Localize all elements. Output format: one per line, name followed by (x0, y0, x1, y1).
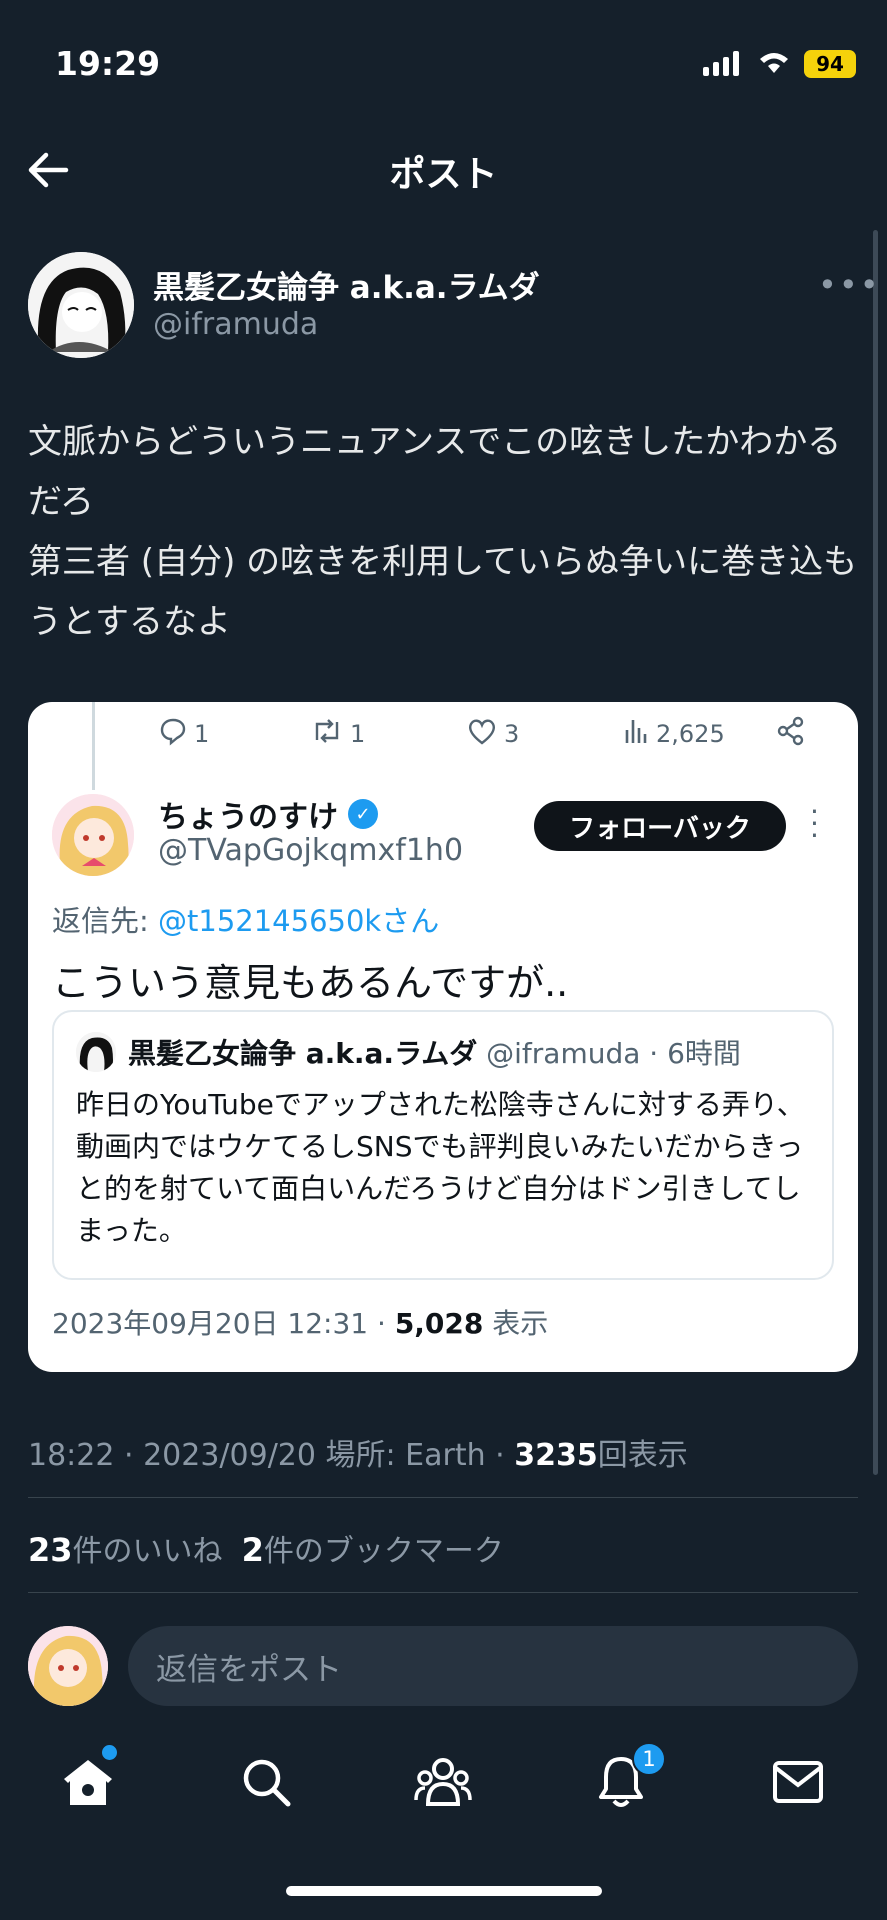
likes-count: 23 (28, 1531, 73, 1569)
battery-indicator: 94 (804, 50, 856, 78)
author-name-text: ちょうのすけ (158, 800, 338, 835)
reply-to-line: 返信先: @t152145650kさん (52, 898, 439, 940)
reply-action: 1 (158, 716, 209, 752)
repost-action: 1 (310, 716, 365, 752)
author-handle[interactable]: @iframuda (153, 307, 318, 342)
avatar (52, 794, 134, 876)
post-text: 文脈からどういうニュアンスでこの呟きしたかわかるだろ 第三者 (自分) の呟きを… (28, 422, 858, 642)
like-count: 3 (504, 720, 520, 748)
heart-icon (466, 716, 498, 752)
post-meta: 18:22 · 2023/09/20 場所: Earth · 3235回表示 (28, 1430, 688, 1474)
divider (28, 1592, 858, 1593)
author-handle: @TVapGojkqmxf1h0 (158, 833, 464, 868)
reply-to-handle: @t152145650kさん (158, 904, 440, 938)
follow-back-button: フォローバック (534, 801, 786, 851)
verified-badge-icon: ✓ (348, 799, 378, 829)
notification-badge: 1 (632, 1742, 666, 1776)
reply-to-label: 返信先: (52, 904, 158, 938)
communities-icon[interactable] (413, 1752, 473, 1812)
embedded-date: 2023年09月20日 12:31 · (52, 1307, 395, 1340)
repost-icon (310, 716, 344, 752)
author-name[interactable]: 黒髪乙女論争 a.k.a.ラムダ (153, 262, 540, 307)
home-icon[interactable] (58, 1752, 118, 1812)
reply-input[interactable]: 返信をポスト (128, 1626, 858, 1706)
new-activity-dot (102, 1745, 117, 1760)
author-name: ちょうのすけ ✓ (158, 792, 378, 836)
avatar (28, 1626, 108, 1706)
like-action: 3 (466, 716, 519, 752)
quoted-meta: @iframuda · 6時間 (477, 1037, 741, 1070)
embedded-post-text: こういう意見もあるんですが.. (52, 961, 569, 1005)
quoted-text: 昨日のYouTubeでアップされた松陰寺さんに対する弄り、動画内ではウケてるしS… (76, 1088, 805, 1247)
reply-icon (158, 716, 188, 752)
quoted-author-name: 黒髪乙女論争 a.k.a.ラムダ (128, 1037, 478, 1070)
views-action: 2,625 (622, 716, 725, 752)
embedded-views-label: 表示 (483, 1307, 549, 1340)
thread-line (92, 702, 95, 790)
share-icon (776, 716, 806, 746)
post-views-label: 回表示 (597, 1438, 688, 1473)
messages-icon[interactable] (768, 1752, 828, 1812)
bookmarks-count: 2 (241, 1531, 264, 1569)
post-timestamp: 18:22 · 2023/09/20 場所: Earth · (28, 1438, 515, 1473)
quoted-author: 黒髪乙女論争 a.k.a.ラムダ @iframuda · 6時間 (128, 1032, 741, 1072)
quoted-post: 黒髪乙女論争 a.k.a.ラムダ @iframuda · 6時間 昨日のYouT… (52, 1010, 834, 1280)
search-icon[interactable] (236, 1752, 296, 1812)
avatar[interactable] (28, 252, 134, 358)
bookmarks-label: 件のブックマーク (263, 1534, 504, 1569)
embedded-footer: 2023年09月20日 12:31 · 5,028 表示 (52, 1302, 548, 1342)
cellular-signal-icon (703, 50, 739, 76)
more-options-icon: · · · (810, 795, 819, 852)
embedded-views-count: 5,028 (394, 1307, 484, 1340)
repost-count: 1 (350, 720, 366, 748)
divider (28, 1497, 858, 1498)
likes-label: 件のいいね (72, 1534, 223, 1569)
avatar (76, 1032, 116, 1072)
wifi-icon (756, 47, 792, 79)
analytics-icon (622, 716, 650, 752)
scrollbar[interactable] (873, 230, 878, 1475)
views-count: 2,625 (656, 720, 725, 748)
more-options-icon[interactable]: ••• (818, 266, 881, 304)
home-indicator[interactable] (286, 1886, 602, 1896)
status-time: 19:29 (55, 44, 161, 83)
embedded-screenshot[interactable]: 1 1 3 2,625 ちょうのすけ ✓ @TVapGojkqmxf1h0 フォ… (28, 702, 858, 1372)
post-stats[interactable]: 23件のいいね 2件のブックマーク (28, 1526, 504, 1570)
reply-count: 1 (194, 720, 210, 748)
page-title: ポスト (389, 154, 498, 195)
post-views-count: 3235 (514, 1438, 598, 1473)
